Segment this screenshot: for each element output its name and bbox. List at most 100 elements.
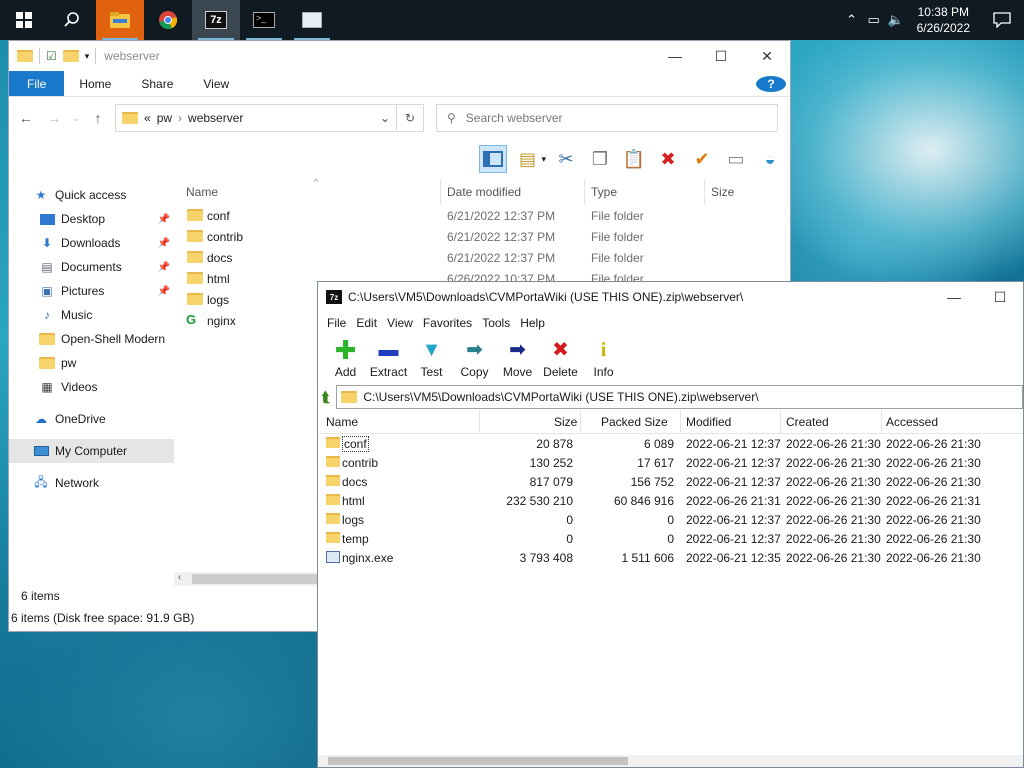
- taskbar-chrome[interactable]: [144, 0, 192, 40]
- column-type[interactable]: Type: [591, 185, 617, 199]
- tab-file[interactable]: File: [9, 71, 65, 96]
- up-arrow-icon[interactable]: ↑: [87, 110, 109, 126]
- tab-view[interactable]: View: [188, 71, 244, 96]
- cut-icon[interactable]: ✂: [552, 145, 580, 173]
- pin-icon[interactable]: 📌: [158, 238, 170, 249]
- paste-icon[interactable]: 📋: [620, 145, 648, 173]
- archive-row[interactable]: conf 20 878 6 089 2022-06-21 12:37 2022-…: [318, 434, 1023, 453]
- address-path[interactable]: C:\Users\VM5\Downloads\CVMPortaWiki (USE…: [363, 390, 758, 404]
- nav-music[interactable]: ♪ Music: [9, 303, 174, 327]
- copy-button[interactable]: ➡ Copy: [453, 339, 496, 379]
- search-button[interactable]: [48, 0, 96, 40]
- maximize-button[interactable]: ☐: [698, 41, 744, 71]
- info-button[interactable]: i Info: [582, 339, 625, 379]
- archive-row[interactable]: contrib 130 252 17 617 2022-06-21 12:37 …: [318, 453, 1023, 472]
- move-button[interactable]: ➡ Move: [496, 339, 539, 379]
- properties-icon[interactable]: ☑: [46, 49, 57, 63]
- menu-favorites[interactable]: Favorites: [418, 316, 477, 330]
- nav-quick-access[interactable]: ★ Quick access: [9, 183, 174, 207]
- column-name[interactable]: Name: [326, 415, 358, 429]
- copy-icon[interactable]: ❐: [586, 145, 614, 173]
- extract-button[interactable]: ▬ Extract: [367, 339, 410, 379]
- menu-view[interactable]: View: [382, 316, 418, 330]
- archive-row[interactable]: docs 817 079 156 752 2022-06-21 12:37 20…: [318, 472, 1023, 491]
- nav-desktop[interactable]: Desktop 📌: [9, 207, 174, 231]
- delete-icon[interactable]: ✖: [654, 145, 682, 173]
- horizontal-scrollbar[interactable]: [318, 755, 1023, 767]
- taskbar-file-explorer[interactable]: [96, 0, 144, 40]
- new-folder-icon[interactable]: [62, 50, 79, 62]
- rename-icon[interactable]: ▭: [722, 145, 750, 173]
- taskbar-terminal[interactable]: >_: [240, 0, 288, 40]
- check-icon[interactable]: ✔: [688, 145, 716, 173]
- menu-tools[interactable]: Tools: [477, 316, 515, 330]
- column-created[interactable]: Created: [786, 415, 829, 429]
- properties-icon[interactable]: ▤: [513, 145, 541, 173]
- customize-qat-icon[interactable]: ▾: [85, 51, 90, 62]
- chevron-down-icon[interactable]: ⌄: [374, 111, 396, 125]
- column-modified[interactable]: Modified: [686, 415, 731, 429]
- up-folder-icon[interactable]: ⮬: [322, 389, 330, 406]
- nav-documents[interactable]: ▤ Documents 📌: [9, 255, 174, 279]
- help-icon[interactable]: ?: [756, 75, 786, 92]
- nav-pw[interactable]: pw: [9, 351, 174, 375]
- column-accessed[interactable]: Accessed: [886, 415, 938, 429]
- column-size[interactable]: Size: [711, 185, 734, 199]
- recent-dropdown-icon[interactable]: ⌄: [71, 113, 81, 124]
- menu-help[interactable]: Help: [515, 316, 550, 330]
- menu-edit[interactable]: Edit: [351, 316, 382, 330]
- search-input[interactable]: ⚲ Search webserver: [436, 104, 778, 132]
- address-prefix[interactable]: «: [144, 111, 151, 125]
- menu-file[interactable]: File: [322, 316, 351, 330]
- taskbar-7zip[interactable]: 7z: [192, 0, 240, 40]
- network-icon[interactable]: ▭: [863, 12, 885, 28]
- taskbar-control-panel[interactable]: [288, 0, 336, 40]
- preview-pane-icon[interactable]: [479, 145, 508, 173]
- back-arrow-icon[interactable]: ←: [15, 110, 37, 126]
- close-button[interactable]: ✕: [744, 41, 790, 71]
- chevron-up-icon[interactable]: ⌃: [841, 12, 863, 28]
- delete-button[interactable]: ✖ Delete: [539, 339, 582, 379]
- file-row[interactable]: conf 6/21/2022 12:37 PM File folder: [174, 205, 790, 226]
- tab-share[interactable]: Share: [126, 71, 188, 96]
- volume-icon[interactable]: 🔈: [885, 12, 907, 28]
- pin-icon[interactable]: 📌: [158, 286, 170, 297]
- archive-row[interactable]: temp 0 0 2022-06-21 12:37 2022-06-26 21:…: [318, 529, 1023, 548]
- pin-icon[interactable]: 📌: [158, 262, 170, 273]
- column-packed-size[interactable]: Packed Size: [601, 415, 668, 429]
- file-row[interactable]: contrib 6/21/2022 12:37 PM File folder: [174, 226, 790, 247]
- refresh-icon[interactable]: ↻: [396, 104, 424, 132]
- start-button[interactable]: [0, 0, 48, 40]
- nav-open-shell[interactable]: Open-Shell Modern: [9, 327, 174, 351]
- archive-row[interactable]: logs 0 0 2022-06-21 12:37 2022-06-26 21:…: [318, 510, 1023, 529]
- pin-icon[interactable]: 📌: [158, 214, 170, 225]
- nav-pictures[interactable]: ▣ Pictures 📌: [9, 279, 174, 303]
- archive-row[interactable]: nginx.exe 3 793 408 1 511 606 2022-06-21…: [318, 548, 1023, 567]
- nav-network[interactable]: 🖧 Network: [9, 471, 174, 495]
- maximize-button[interactable]: ☐: [977, 282, 1023, 312]
- 7zip-address-bar[interactable]: C:\Users\VM5\Downloads\CVMPortaWiki (USE…: [336, 385, 1023, 409]
- file-row[interactable]: docs 6/21/2022 12:37 PM File folder: [174, 247, 790, 268]
- tab-home[interactable]: Home: [64, 71, 126, 96]
- minimize-button[interactable]: —: [931, 282, 977, 312]
- column-size[interactable]: Size: [554, 415, 577, 429]
- column-date-modified[interactable]: Date modified: [447, 185, 521, 199]
- nav-my-computer[interactable]: My Computer: [9, 439, 174, 463]
- breadcrumb-pw[interactable]: pw: [157, 111, 172, 125]
- notification-button[interactable]: [980, 0, 1024, 40]
- nav-onedrive[interactable]: ☁ OneDrive: [9, 407, 174, 431]
- breadcrumb-webserver[interactable]: webserver: [188, 111, 243, 125]
- column-name[interactable]: Name: [186, 185, 218, 199]
- address-bar[interactable]: « pw › webserver ⌄: [115, 104, 397, 132]
- scrollbar-thumb[interactable]: [328, 757, 628, 765]
- add-button[interactable]: ✚ Add: [324, 337, 367, 379]
- archive-row[interactable]: html 232 530 210 60 846 916 2022-06-26 2…: [318, 491, 1023, 510]
- clock[interactable]: 10:38 PM 6/26/2022: [907, 4, 980, 36]
- forward-arrow-icon[interactable]: →: [43, 110, 65, 126]
- nav-videos[interactable]: ▦ Videos: [9, 375, 174, 399]
- chevron-down-icon[interactable]: ▾: [541, 154, 546, 165]
- nav-downloads[interactable]: ⬇ Downloads 📌: [9, 231, 174, 255]
- scrollbar-thumb[interactable]: [192, 574, 332, 584]
- test-button[interactable]: ▼ Test: [410, 339, 453, 379]
- scroll-left-icon[interactable]: ‹: [178, 572, 181, 583]
